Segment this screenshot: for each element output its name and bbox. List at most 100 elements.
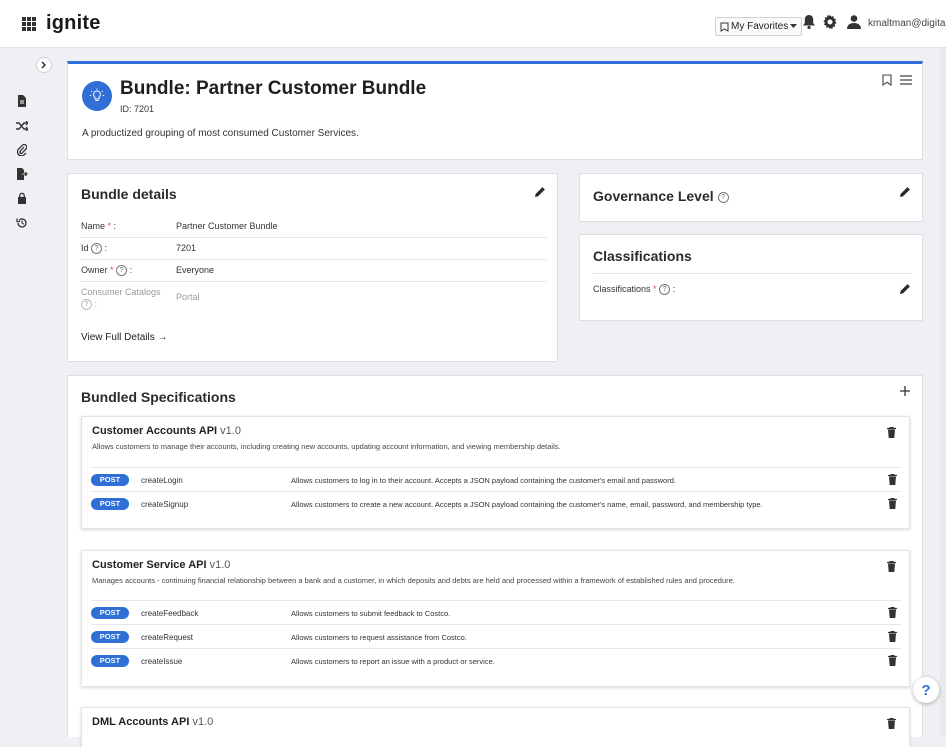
bundle-description: A productized grouping of most consumed … xyxy=(82,128,359,139)
menu-icon[interactable] xyxy=(900,75,912,85)
rail-item-history[interactable] xyxy=(13,214,31,232)
trash-icon[interactable] xyxy=(887,561,896,572)
operation-name[interactable]: createFeedback xyxy=(141,609,198,618)
method-badge: POST xyxy=(91,498,129,510)
operation-name[interactable]: createLogin xyxy=(141,476,183,485)
my-favorites-button[interactable]: My Favorites xyxy=(715,17,803,36)
rail-item-attachment[interactable] xyxy=(13,141,31,159)
history-icon xyxy=(16,218,27,228)
help-icon[interactable]: ? xyxy=(81,299,92,311)
detail-row-id: Id ? : 7201 xyxy=(81,237,547,260)
scrollbar-track[interactable] xyxy=(940,48,946,737)
trash-icon[interactable] xyxy=(888,498,897,509)
bundle-header-card: Bundle: Partner Customer Bundle ID: 7201… xyxy=(67,61,923,160)
operation-row[interactable]: POST createIssue Allows customers to rep… xyxy=(91,648,901,672)
operation-row[interactable]: POST createSignup Allows customers to cr… xyxy=(91,491,901,515)
governance-card: Governance Level ? xyxy=(579,173,923,222)
user-email[interactable]: kmaltman@digita... xyxy=(868,18,946,29)
detail-value: Everyone xyxy=(176,265,215,275)
spec-card-customer-accounts: Customer Accounts API v1.0 Allows custom… xyxy=(81,416,910,529)
bookmark-icon xyxy=(720,22,729,32)
trash-icon[interactable] xyxy=(887,427,896,438)
paperclip-icon xyxy=(17,144,27,156)
trash-icon[interactable] xyxy=(888,607,897,618)
method-badge: POST xyxy=(91,655,129,667)
classifications-card: Classifications Classifications * ? : xyxy=(579,234,923,321)
bundled-specifications-card: Bundled Specifications Customer Accounts… xyxy=(67,375,923,747)
operation-row[interactable]: POST createFeedback Allows customers to … xyxy=(91,600,901,624)
file-export-icon xyxy=(17,168,28,180)
page-title: Bundle: Partner Customer Bundle xyxy=(120,78,427,99)
operation-description: Allows customers to request assistance f… xyxy=(291,633,467,642)
lock-icon xyxy=(18,192,26,204)
caret-down-icon xyxy=(790,24,798,28)
pencil-icon[interactable] xyxy=(899,186,911,198)
governance-title: Governance Level xyxy=(593,188,714,204)
bundle-details-card: Bundle details Name * : Partner Customer… xyxy=(67,173,558,362)
rail-item-export[interactable] xyxy=(13,165,31,183)
detail-row-name: Name * : Partner Customer Bundle xyxy=(81,217,547,238)
operation-description: Allows customers to log in to their acco… xyxy=(291,476,676,485)
spec-description: Manages accounts - continuing financial … xyxy=(92,576,735,585)
detail-key: Name xyxy=(81,221,106,231)
help-icon[interactable]: ? xyxy=(659,284,671,296)
detail-row-consumer-catalogs: Consumer Catalogs? : Portal xyxy=(81,287,200,311)
method-badge: POST xyxy=(91,474,129,486)
operation-name[interactable]: createSignup xyxy=(141,500,188,509)
divider xyxy=(593,273,911,274)
pencil-icon[interactable] xyxy=(899,283,911,295)
chevron-right-icon xyxy=(41,61,47,69)
my-favorites-label: My Favorites xyxy=(731,21,789,32)
add-icon[interactable] xyxy=(900,386,910,396)
spec-description: Allows customers to manage their account… xyxy=(92,442,561,451)
rail-item-document[interactable] xyxy=(13,92,31,110)
bookmark-icon[interactable] xyxy=(882,74,892,86)
method-badge: POST xyxy=(91,631,129,643)
spec-card-customer-service: Customer Service API v1.0 Manages accoun… xyxy=(81,550,910,687)
spec-card-dml-accounts: DML Accounts API v1.0 xyxy=(81,707,910,747)
help-icon[interactable]: ? xyxy=(116,265,128,277)
detail-value: 7201 xyxy=(176,243,197,253)
operation-description: Allows customers to report an issue with… xyxy=(291,657,495,666)
operation-row[interactable]: POST createLogin Allows customers to log… xyxy=(91,467,901,491)
trash-icon[interactable] xyxy=(888,631,897,642)
shuffle-icon xyxy=(16,121,28,131)
operation-name[interactable]: createRequest xyxy=(141,633,193,642)
app-grid-icon[interactable] xyxy=(22,17,36,31)
spec-name[interactable]: Customer Service API xyxy=(92,559,207,571)
spec-version: v1.0 xyxy=(209,559,231,571)
trash-icon[interactable] xyxy=(887,718,896,729)
trash-icon[interactable] xyxy=(888,474,897,485)
operation-name[interactable]: createIssue xyxy=(141,657,182,666)
bell-icon[interactable] xyxy=(802,14,816,30)
help-icon[interactable]: ? xyxy=(717,191,729,203)
gear-icon[interactable] xyxy=(822,14,838,30)
method-badge: POST xyxy=(91,607,129,619)
operation-description: Allows customers to submit feedback to C… xyxy=(291,609,451,618)
spec-version: v1.0 xyxy=(220,425,241,437)
help-button[interactable]: ? xyxy=(913,677,939,703)
view-full-details-link[interactable]: View Full Details → xyxy=(81,332,168,343)
operation-row[interactable]: POST createRequest Allows customers to r… xyxy=(91,624,901,648)
classifications-title: Classifications xyxy=(593,248,692,264)
help-icon[interactable]: ? xyxy=(91,243,103,255)
spec-name[interactable]: Customer Accounts API xyxy=(92,425,217,437)
classifications-label: Classifications xyxy=(593,284,651,294)
spec-version: v1.0 xyxy=(192,716,214,728)
detail-value: Partner Customer Bundle xyxy=(176,221,278,231)
lightbulb-icon xyxy=(89,88,105,101)
detail-value: Portal xyxy=(176,292,200,302)
detail-row-owner: Owner * ? : Everyone xyxy=(81,259,547,282)
pencil-icon[interactable] xyxy=(534,186,546,198)
user-icon[interactable] xyxy=(846,14,862,30)
rail-item-shuffle[interactable] xyxy=(13,117,31,135)
brand-logo[interactable]: ignite xyxy=(46,12,101,35)
spec-name[interactable]: DML Accounts API xyxy=(92,716,189,728)
detail-key: Owner xyxy=(81,265,108,275)
expand-rail-button[interactable] xyxy=(36,57,52,73)
bundle-badge xyxy=(82,81,112,111)
rail-item-lock[interactable] xyxy=(13,189,31,207)
trash-icon[interactable] xyxy=(888,655,897,666)
bundled-specifications-title: Bundled Specifications xyxy=(81,389,236,405)
detail-key: Id xyxy=(81,243,89,253)
